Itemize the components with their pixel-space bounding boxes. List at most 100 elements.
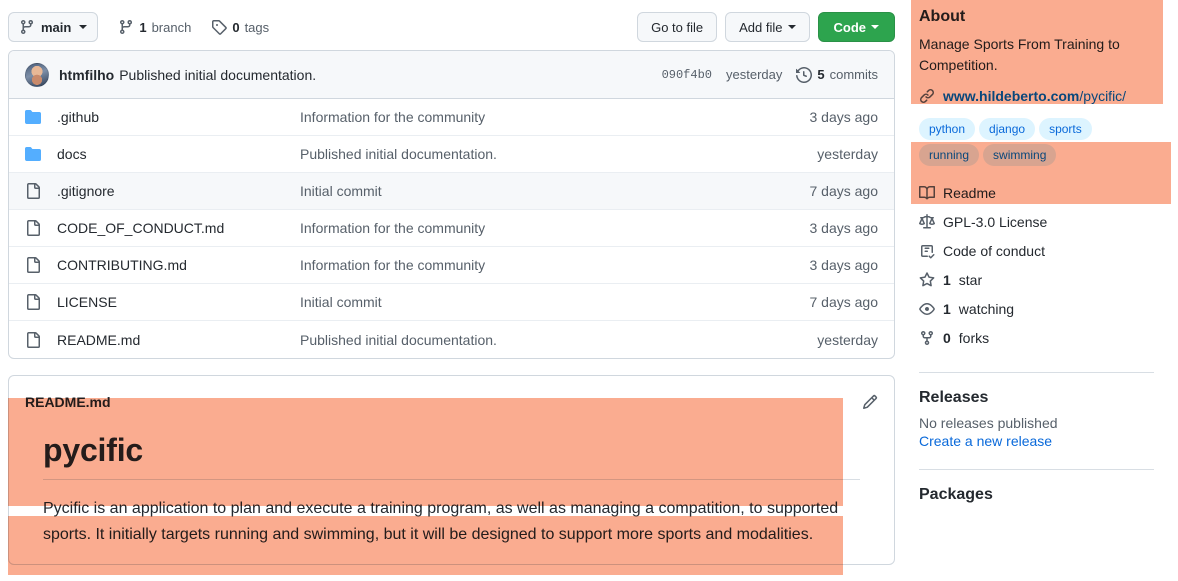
branch-selector[interactable]: main [8,12,99,42]
checklist-icon [919,243,935,259]
chevron-down-icon [871,25,879,29]
table-row[interactable]: CONTRIBUTING.md Information for the comm… [9,247,894,284]
commit-author[interactable]: htmfilho [59,67,114,83]
watchers-label: watching [958,300,1015,317]
about-description: Manage Sports From Training to Competiti… [919,36,1120,73]
table-row[interactable]: .gitignore Initial commit 7 days ago [9,173,894,210]
file-name[interactable]: LICENSE [57,294,300,310]
file-time: 3 days ago [809,220,879,236]
create-release-link[interactable]: Create a new release [919,433,1154,449]
add-file-button[interactable]: Add file [725,12,810,42]
readme-header: README.md [9,376,894,414]
code-of-conduct-label: Code of conduct [943,242,1045,259]
releases-empty-text: No releases published [919,415,1058,431]
file-commit-message[interactable]: Information for the community [300,257,766,273]
file-commit-message[interactable]: Information for the community [300,220,766,236]
commit-meta: 090f4b0 yesterday 5 commits [662,66,878,83]
stars-label: star [958,271,983,288]
repository-page: main 1 branch 0 tags Go to file Add file… [0,0,1178,581]
folder-icon [25,146,41,162]
file-name[interactable]: CODE_OF_CONDUCT.md [57,220,300,236]
file-icon [25,183,41,199]
code-of-conduct-link[interactable]: Code of conduct [919,236,1154,265]
topic-tag[interactable]: sports [1039,118,1092,140]
code-label: Code [833,19,867,35]
file-time: 3 days ago [809,257,879,273]
go-to-file-button[interactable]: Go to file [637,12,718,42]
file-name[interactable]: .gitignore [57,183,300,199]
file-icon [25,294,41,310]
commit-sha[interactable]: 090f4b0 [662,68,712,82]
topic-tag[interactable]: django [979,118,1036,140]
homepage-path: /pycific/ [1079,88,1127,104]
readme-link[interactable]: Readme [919,178,1154,207]
tags-count: 0 [232,19,240,35]
divider [919,372,1154,373]
file-time: 3 days ago [809,109,879,125]
law-icon [919,213,935,230]
file-commit-message[interactable]: Initial commit [300,294,766,310]
file-table: htmfilho Published initial documentation… [8,50,895,359]
avatar[interactable] [25,62,49,87]
main-column: main 1 branch 0 tags Go to file Add file… [0,0,895,581]
homepage-link[interactable]: www.hildeberto.com/pycific/ [943,88,1126,104]
tags-label: tags [244,19,270,35]
topic-tag[interactable]: swimming [983,144,1057,166]
table-row[interactable]: CODE_OF_CONDUCT.md Information for the c… [9,210,894,247]
chevron-down-icon [79,25,88,29]
file-icon [25,220,41,236]
license-link[interactable]: GPL-3.0 License [919,207,1154,236]
packages-title: Packages [919,486,993,503]
table-row[interactable]: .github Information for the community 3 … [9,99,894,136]
commit-message[interactable]: Published initial documentation. [119,67,316,83]
file-commit-message[interactable]: Published initial documentation. [300,332,766,348]
latest-commit-bar: htmfilho Published initial documentation… [9,51,894,99]
branch-icon [118,19,134,35]
star-icon [919,271,935,288]
repo-meta-list: Readme GPL-3.0 License Code of conduct 1 [919,178,1154,352]
file-name[interactable]: docs [57,146,300,162]
readme-panel: README.md pycific Pycific is an applicat… [8,375,895,565]
tag-icon [211,19,228,35]
file-commit-message[interactable]: Initial commit [300,183,766,199]
book-icon [919,185,935,201]
stars-count: 1 [943,271,951,288]
readme-label: Readme [943,184,996,201]
file-time: yesterday [817,331,878,348]
forks-count: 0 [943,329,951,346]
file-commit-message[interactable]: Published initial documentation. [300,146,766,162]
table-row[interactable]: LICENSE Initial commit 7 days ago [9,284,894,321]
homepage-row[interactable]: www.hildeberto.com/pycific/ [919,88,1154,104]
branches-link[interactable]: 1 branch [118,19,191,35]
topic-tag[interactable]: python [919,118,976,140]
table-row[interactable]: README.md Published initial documentatio… [9,321,894,358]
readme-filename[interactable]: README.md [25,394,111,410]
commits-label: commits [829,67,878,82]
pencil-icon[interactable] [862,394,878,410]
stars-link[interactable]: 1 star [919,265,1154,294]
file-name[interactable]: CONTRIBUTING.md [57,257,300,273]
file-name[interactable]: .github [57,109,300,125]
homepage-domain: www.hildeberto.com [943,88,1080,104]
table-row[interactable]: docs Published initial documentation. ye… [9,136,894,173]
file-time: yesterday [817,146,878,162]
forks-link[interactable]: 0 forks [919,323,1154,352]
repo-toolbar: main 1 branch 0 tags Go to file Add file… [8,0,895,46]
tags-link[interactable]: 0 tags [211,19,269,35]
eye-icon [919,301,935,317]
commits-link[interactable]: 5 commits [796,66,878,83]
file-commit-message[interactable]: Information for the community [300,109,766,125]
watchers-link[interactable]: 1 watching [919,294,1154,323]
go-to-file-label: Go to file [651,19,704,35]
history-icon [796,66,813,83]
file-icon [25,331,41,348]
topic-tag[interactable]: running [919,144,980,166]
chevron-down-icon [787,25,796,29]
branch-icon [19,19,35,35]
readme-content: pycific Pycific is an application to pla… [9,414,894,548]
readme-paragraph: Pycific is an application to plan and ex… [43,500,839,543]
sidebar: About Manage Sports From Training to Com… [895,0,1178,581]
file-name[interactable]: README.md [57,332,300,348]
code-button[interactable]: Code [817,12,895,42]
watchers-count: 1 [943,300,951,317]
